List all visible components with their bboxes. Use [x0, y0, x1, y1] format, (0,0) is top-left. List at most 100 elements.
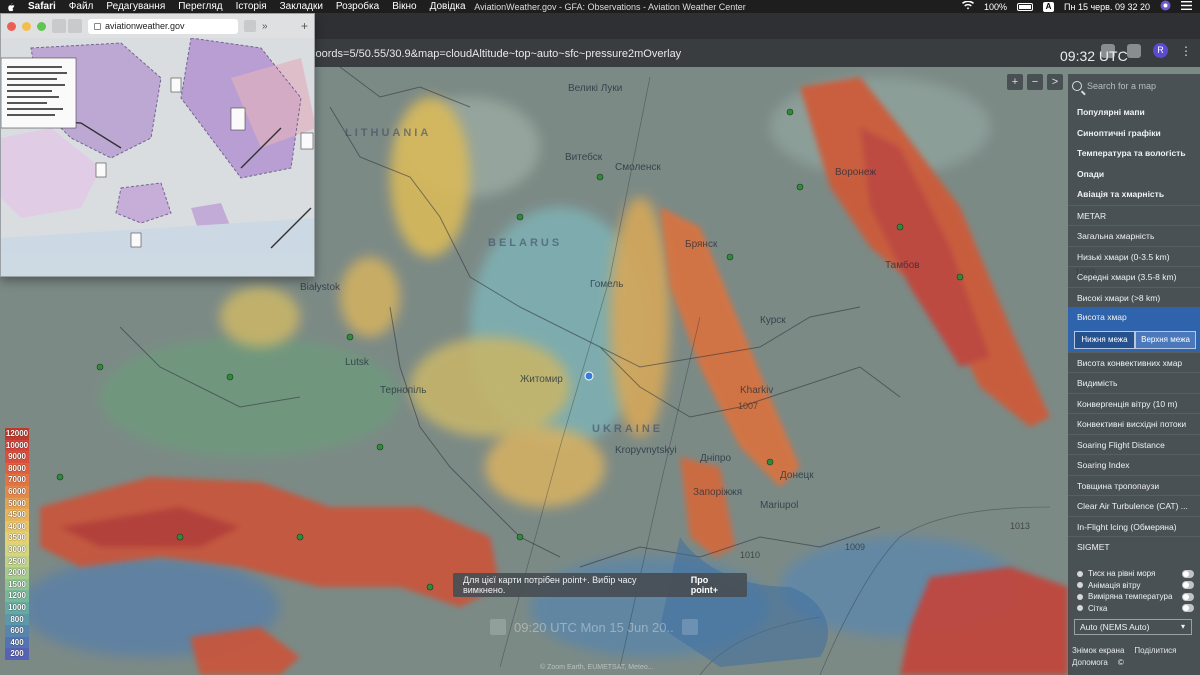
help-link[interactable]: Допомога	[1072, 658, 1108, 667]
menu-temperature-humidity[interactable]: Температура та вологість	[1068, 143, 1200, 164]
toggle-label: Анімація вітру	[1088, 580, 1141, 590]
menu-aviation-clouds[interactable]: Авіація та хмарність	[1068, 184, 1200, 205]
share-link[interactable]: Поділитися	[1134, 646, 1176, 655]
minimize-window-button[interactable]	[22, 21, 31, 31]
menu-develop[interactable]: Розробка	[336, 1, 379, 12]
toggle-label: Сітка	[1088, 603, 1108, 613]
input-source-indicator[interactable]: A	[1043, 1, 1055, 12]
menu-tropopause-thickness[interactable]: Товщина тропопаузи	[1068, 474, 1200, 496]
snapshot-link[interactable]: Знімок екрана	[1072, 646, 1124, 655]
model-select-value: Auto (NEMS Auto)	[1080, 622, 1150, 632]
legend-level: 800	[5, 613, 29, 626]
segment-upper-bound[interactable]: Верхня межа	[1135, 330, 1196, 349]
address-bar[interactable]: coords=5/50.55/30.9&map=cloudAltitude~to…	[310, 45, 1010, 63]
zoom-window-button[interactable]	[37, 21, 46, 31]
menu-convective-updrafts[interactable]: Конвективні висхідні потоки	[1068, 413, 1200, 434]
toggle-switch[interactable]	[1182, 592, 1194, 601]
country-belarus: BELARUS	[488, 237, 563, 249]
toggle-sea-level-pressure[interactable]: Тиск на рівні моря	[1068, 568, 1200, 580]
menu-high-clouds[interactable]: Високі хмари (>8 km)	[1068, 286, 1200, 308]
timeline-next-button[interactable]	[681, 619, 698, 635]
menu-sigmet[interactable]: SIGMET	[1068, 536, 1200, 557]
toggle-switch[interactable]	[1182, 604, 1194, 613]
menu-app-safari[interactable]: Safari	[28, 1, 56, 12]
timeline-bar: 09:20 UTC Mon 15 Jun 20..	[490, 617, 710, 637]
search-icon	[1072, 81, 1082, 91]
legend-level: 4500	[5, 509, 29, 521]
menu-mid-clouds[interactable]: Середні хмари (3.5-8 km)	[1068, 266, 1200, 287]
legend-level: 5000	[5, 497, 29, 510]
menu-wind-convergence[interactable]: Конвергенція вітру (10 m)	[1068, 392, 1200, 414]
list-menu-icon[interactable]	[1181, 1, 1192, 12]
menu-window[interactable]: Вікно	[392, 1, 416, 12]
toggle-switch[interactable]	[1182, 569, 1194, 578]
map-search[interactable]: Search for a map	[1072, 78, 1196, 94]
control-center-icon[interactable]	[1160, 0, 1171, 13]
reader-icon	[94, 22, 101, 30]
gfa-chart-preview[interactable]	[1, 37, 314, 276]
city-lutsk: Lutsk	[345, 357, 369, 368]
menu-view[interactable]: Перегляд	[178, 1, 222, 12]
zoom-in-button[interactable]: +	[1007, 74, 1023, 90]
menubar-clock[interactable]: Пн 15 черв. 09 32 20	[1064, 2, 1150, 12]
share-icon[interactable]	[244, 20, 256, 32]
isobar-label: 1013	[1010, 521, 1031, 531]
macos-menu-bar: Safari Файл Редагування Перегляд Історія…	[0, 0, 1200, 13]
back-icon[interactable]	[52, 19, 66, 33]
safari-window: aviationweather.gov » +	[0, 13, 315, 277]
profile-avatar[interactable]: R	[1153, 43, 1168, 58]
apple-icon[interactable]	[6, 2, 16, 12]
legend-level: 3500	[5, 532, 29, 544]
menu-inflight-icing[interactable]: In-Flight Icing (Обмеряна)	[1068, 515, 1200, 537]
wifi-icon[interactable]	[962, 0, 974, 12]
more-vert-icon[interactable]: ⋮	[1180, 44, 1192, 58]
menu-edit[interactable]: Редагування	[106, 1, 165, 12]
toggle-label: Виміряна температура	[1088, 592, 1173, 602]
menu-precipitation[interactable]: Опади	[1068, 164, 1200, 185]
legend-level: 9000	[5, 451, 29, 463]
close-window-button[interactable]	[7, 21, 16, 31]
menu-soaring-index[interactable]: Soaring Index	[1068, 454, 1200, 475]
city-kharkiv: Kharkiv	[740, 385, 774, 396]
toggle-grid[interactable]: Сітка	[1068, 603, 1200, 615]
city-gomel: Гомель	[590, 279, 624, 290]
back-forward-buttons[interactable]	[52, 19, 82, 33]
location-pin	[584, 371, 594, 381]
new-tab-button[interactable]: +	[301, 19, 308, 33]
menu-bookmarks[interactable]: Закладки	[280, 1, 323, 12]
menu-total-cloud[interactable]: Загальна хмарність	[1068, 225, 1200, 246]
point-plus-link[interactable]: Про point+	[691, 575, 737, 595]
legend-level: 7000	[5, 474, 29, 486]
menu-clear-air-turbulence[interactable]: Clear Air Turbulence (CAT) ...	[1068, 495, 1200, 516]
tabs-overview-icon[interactable]: »	[262, 21, 268, 32]
menu-cloud-altitude[interactable]: Висота хмар	[1068, 307, 1200, 328]
safari-address-field[interactable]: aviationweather.gov	[88, 18, 238, 34]
legend-level: 1000	[5, 601, 29, 614]
menu-metar[interactable]: METAR	[1068, 204, 1200, 226]
model-select[interactable]: Auto (NEMS Auto) ▾	[1074, 619, 1192, 635]
city-zhytomyr: Житомир	[520, 374, 563, 385]
menu-low-clouds[interactable]: Низькі хмари (0-3.5 km)	[1068, 245, 1200, 267]
menu-visibility[interactable]: Видимість	[1068, 372, 1200, 393]
battery-icon[interactable]	[1017, 2, 1034, 11]
zoom-out-button[interactable]: −	[1027, 74, 1043, 90]
forward-icon[interactable]	[68, 19, 82, 33]
menu-popular-maps[interactable]: Популярні мапи	[1068, 102, 1200, 123]
timeline-prev-button[interactable]	[490, 619, 506, 635]
map-attribution: © Zoom Earth, EUMETSAT, Meteo...	[540, 664, 654, 671]
menu-convective-cloud-height[interactable]: Висота конвективних хмар	[1068, 351, 1200, 373]
segment-lower-bound[interactable]: Нижня межа	[1074, 330, 1135, 349]
menu-synoptic-charts[interactable]: Синоптичні графіки	[1068, 123, 1200, 144]
toggle-measured-temperature[interactable]: Виміряна температура	[1068, 591, 1200, 603]
legend-level: 3000	[5, 543, 29, 556]
legend-level: 12000	[5, 428, 29, 440]
menu-history[interactable]: Історія	[236, 1, 267, 12]
puzzle-icon[interactable]	[1127, 43, 1141, 58]
toggle-wind-animation[interactable]: Анімація вітру	[1068, 580, 1200, 592]
copyright-link[interactable]: ©	[1118, 658, 1124, 667]
menu-soaring-flight-distance[interactable]: Soaring Flight Distance	[1068, 433, 1200, 455]
menu-file[interactable]: Файл	[69, 1, 94, 12]
next-button[interactable]: >	[1047, 74, 1063, 90]
city-vitebsk: Витебск	[565, 152, 603, 163]
toggle-switch[interactable]	[1182, 581, 1194, 590]
